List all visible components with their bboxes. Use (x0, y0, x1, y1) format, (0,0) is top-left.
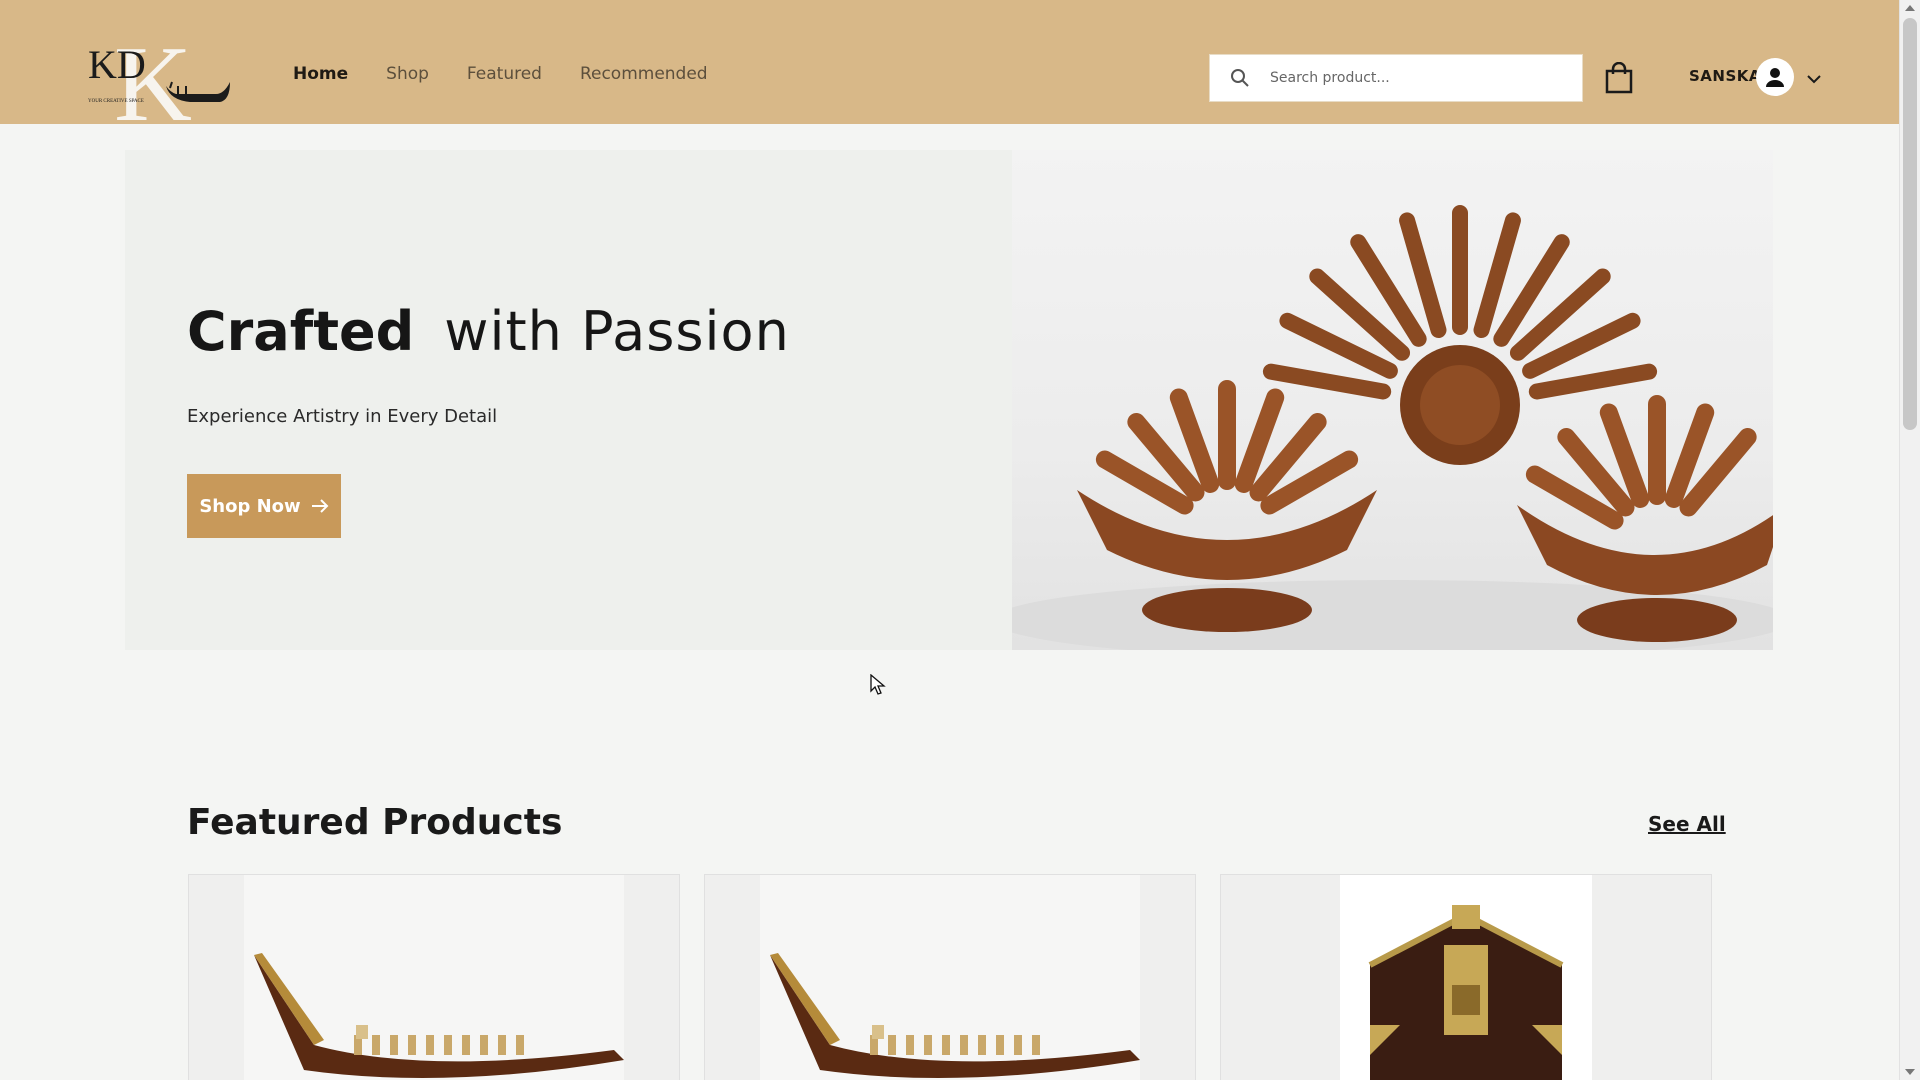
product-card-3[interactable] (1220, 874, 1712, 1080)
product-card-1[interactable] (188, 874, 680, 1080)
search-box (1209, 54, 1583, 102)
product-image-wooden-chest (1340, 875, 1592, 1080)
logo-mark-icon: K KD YOUR CREATIVE SPACE (88, 30, 230, 122)
hero-subtitle: Experience Artistry in Every Detail (187, 406, 498, 427)
svg-text:KD: KD (88, 42, 146, 87)
hero-image-wooden-baskets (1012, 150, 1773, 650)
scroll-down-icon[interactable] (1905, 1069, 1915, 1075)
search-icon[interactable] (1210, 54, 1270, 102)
see-all-link[interactable]: See All (1648, 812, 1726, 836)
search-input[interactable] (1270, 70, 1560, 86)
scrollbar-thumb[interactable] (1903, 18, 1917, 430)
mouse-cursor-icon (870, 673, 886, 696)
hero-title-light: with Passion (444, 300, 790, 363)
shop-now-label: Shop Now (199, 495, 301, 517)
logo[interactable]: K KD YOUR CREATIVE SPACE (86, 30, 230, 122)
shopping-bag-icon[interactable] (1604, 61, 1634, 94)
top-header: K KD YOUR CREATIVE SPACE Home Shop Featu… (0, 0, 1899, 124)
nav-home[interactable]: Home (293, 64, 348, 84)
hero-title: Crafted with Passion (187, 300, 790, 363)
user-avatar[interactable] (1756, 58, 1794, 96)
main-nav: Home Shop Featured Recommended (293, 64, 708, 84)
chevron-down-icon[interactable] (1806, 70, 1822, 84)
product-card-2[interactable] (704, 874, 1196, 1080)
product-image-snake-boat-2 (760, 875, 1140, 1080)
nav-recommended[interactable]: Recommended (580, 64, 708, 84)
shop-now-button[interactable]: Shop Now (187, 474, 341, 538)
scroll-up-icon[interactable] (1905, 5, 1915, 11)
product-image-snake-boat-1 (244, 875, 624, 1080)
hero-title-strong: Crafted (187, 300, 415, 363)
nav-featured[interactable]: Featured (467, 64, 542, 84)
page-scrollbar[interactable] (1899, 0, 1920, 1080)
featured-products-title: Featured Products (187, 802, 563, 843)
svg-text:YOUR CREATIVE SPACE: YOUR CREATIVE SPACE (88, 99, 144, 104)
arrow-right-icon (311, 499, 329, 513)
hero-banner: Crafted with Passion Experience Artistry … (125, 150, 1773, 650)
user-icon (1766, 68, 1784, 87)
nav-shop[interactable]: Shop (386, 64, 429, 84)
user-name[interactable]: SANSKA (1689, 67, 1761, 85)
